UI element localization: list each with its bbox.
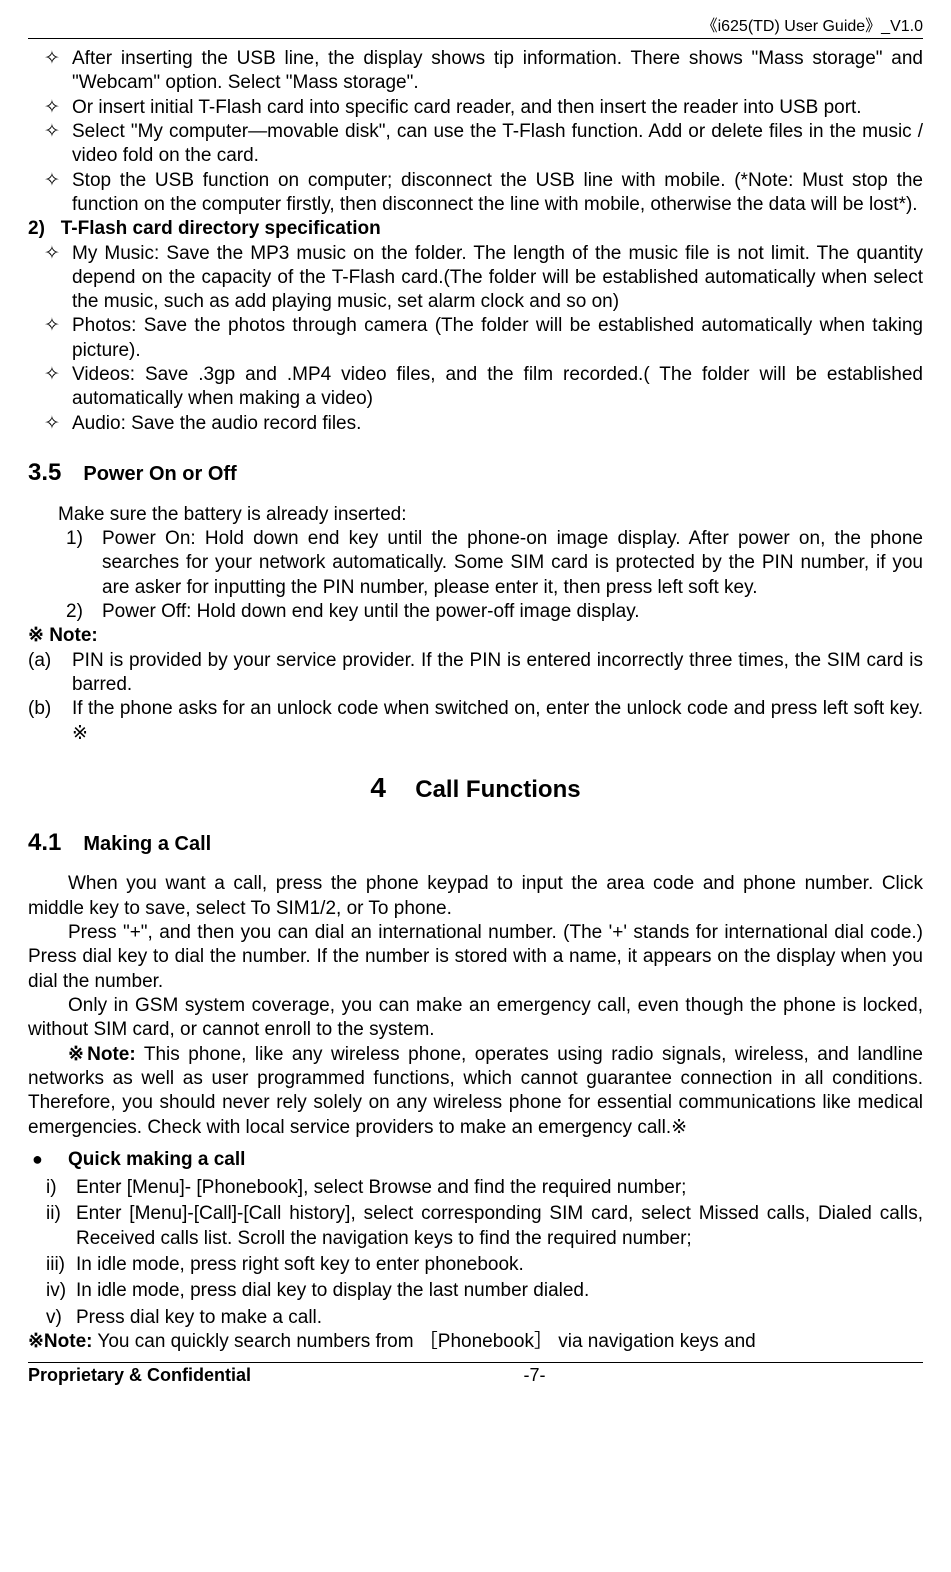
list-text: Photos: Save the photos through camera (… bbox=[72, 314, 923, 363]
bullet-label: Quick making a call bbox=[68, 1148, 245, 1172]
list-text: My Music: Save the MP3 music on the fold… bbox=[72, 242, 923, 315]
list-text: Select "My computer—movable disk", can u… bbox=[72, 120, 923, 169]
list-item: ✧ Or insert initial T-Flash card into sp… bbox=[28, 96, 923, 120]
header-rule bbox=[28, 38, 923, 39]
list-marker: 2) bbox=[58, 600, 102, 624]
list-text: Enter [Menu]-[Call]-[Call history], sele… bbox=[76, 1202, 923, 1251]
doc-header-right: 《i625(TD) User Guide》_V1.0 bbox=[28, 0, 923, 38]
note-body: This phone, like any wireless phone, ope… bbox=[28, 1044, 923, 1138]
body-paragraph: When you want a call, press the phone ke… bbox=[28, 872, 923, 921]
section-title: Power On or Off bbox=[83, 462, 236, 488]
list-item: i) Enter [Menu]- [Phonebook], select Bro… bbox=[28, 1176, 923, 1200]
bottom-note: ※Note: You can quickly search numbers fr… bbox=[28, 1330, 923, 1354]
list-text: Stop the USB function on computer; disco… bbox=[72, 169, 923, 218]
list-text: In idle mode, press dial key to display … bbox=[76, 1279, 923, 1303]
page: 《i625(TD) User Guide》_V1.0 ✧ After inser… bbox=[0, 0, 951, 1396]
list-item: 1) Power On: Hold down end key until the… bbox=[58, 527, 923, 600]
list-item: ✧ Audio: Save the audio record files. bbox=[28, 412, 923, 436]
page-content: ✧ After inserting the USB line, the disp… bbox=[28, 47, 923, 1354]
page-footer: Proprietary & Confidential -7- bbox=[28, 1362, 923, 1386]
body-paragraph: Only in GSM system coverage, you can mak… bbox=[28, 994, 923, 1043]
list-text: Enter [Menu]- [Phonebook], select Browse… bbox=[76, 1176, 923, 1200]
diamond-icon: ✧ bbox=[28, 242, 72, 315]
list-text: PIN is provided by your service provider… bbox=[72, 649, 923, 698]
note-paragraph: ※Note: This phone, like any wireless pho… bbox=[28, 1043, 923, 1140]
section-4-1-heading: 4.1 Making a Call bbox=[28, 828, 923, 859]
section-number: 4.1 bbox=[28, 828, 61, 859]
note-prefix: ※Note: bbox=[68, 1044, 136, 1065]
chapter-title: Call Functions bbox=[415, 775, 580, 806]
note-body: You can quickly search numbers from ［Pho… bbox=[92, 1331, 755, 1352]
diamond-icon: ✧ bbox=[28, 47, 72, 96]
list-item: ✧ Videos: Save .3gp and .MP4 video files… bbox=[28, 363, 923, 412]
list-item: ✧ After inserting the USB line, the disp… bbox=[28, 47, 923, 96]
diamond-icon: ✧ bbox=[28, 412, 72, 436]
chapter-4-heading: 4 Call Functions bbox=[28, 770, 923, 806]
list-item: ✧ Photos: Save the photos through camera… bbox=[28, 314, 923, 363]
section-3-5-heading: 3.5 Power On or Off bbox=[28, 458, 923, 489]
diamond-icon: ✧ bbox=[28, 169, 72, 218]
list-text: Power Off: Hold down end key until the p… bbox=[102, 600, 923, 624]
diamond-icon: ✧ bbox=[28, 120, 72, 169]
list-item: (a) PIN is provided by your service prov… bbox=[28, 649, 923, 698]
list-item: ✧ My Music: Save the MP3 music on the fo… bbox=[28, 242, 923, 315]
footer-left: Proprietary & Confidential bbox=[28, 1365, 251, 1386]
list-item: ✧ Stop the USB function on computer; dis… bbox=[28, 169, 923, 218]
list-text: Audio: Save the audio record files. bbox=[72, 412, 923, 436]
list-marker: (a) bbox=[28, 649, 72, 698]
list-text: In idle mode, press right soft key to en… bbox=[76, 1253, 923, 1277]
list-text: Or insert initial T-Flash card into spec… bbox=[72, 96, 923, 120]
diamond-icon: ✧ bbox=[28, 96, 72, 120]
list-item: iv) In idle mode, press dial key to disp… bbox=[28, 1279, 923, 1303]
list-marker: iv) bbox=[28, 1279, 76, 1303]
list-item: (b) If the phone asks for an unlock code… bbox=[28, 697, 923, 746]
section-intro: Make sure the battery is already inserte… bbox=[28, 503, 923, 527]
subheading-title: T-Flash card directory specification bbox=[61, 218, 381, 239]
note-prefix: ※Note: bbox=[28, 1331, 92, 1352]
list-text: Power On: Hold down end key until the ph… bbox=[102, 527, 923, 600]
diamond-icon: ✧ bbox=[28, 363, 72, 412]
subheading-2: 2) T-Flash card directory specification bbox=[28, 217, 923, 241]
section-title: Making a Call bbox=[83, 832, 211, 858]
subheading-num: 2) bbox=[28, 218, 45, 239]
list-text: Press dial key to make a call. bbox=[76, 1306, 923, 1330]
list-item: ii) Enter [Menu]-[Call]-[Call history], … bbox=[28, 1202, 923, 1251]
list-item: ✧ Select "My computer—movable disk", can… bbox=[28, 120, 923, 169]
list-marker: iii) bbox=[28, 1253, 76, 1277]
list-marker: i) bbox=[28, 1176, 76, 1200]
list-text: If the phone asks for an unlock code whe… bbox=[72, 697, 923, 746]
list-item: iii) In idle mode, press right soft key … bbox=[28, 1253, 923, 1277]
footer-page-number: -7- bbox=[524, 1365, 546, 1386]
list-marker: v) bbox=[28, 1306, 76, 1330]
chapter-number: 4 bbox=[370, 770, 386, 806]
list-marker: ii) bbox=[28, 1202, 76, 1251]
list-marker: (b) bbox=[28, 697, 72, 746]
body-paragraph: Press "+", and then you can dial an inte… bbox=[28, 921, 923, 994]
numbered-list: 1) Power On: Hold down end key until the… bbox=[28, 527, 923, 624]
bullet-icon: ● bbox=[28, 1148, 68, 1172]
section-number: 3.5 bbox=[28, 458, 61, 489]
note-label: ※ Note: bbox=[28, 624, 923, 648]
bullet-heading: ● Quick making a call bbox=[28, 1148, 923, 1172]
footer-right-spacer bbox=[918, 1365, 923, 1386]
list-item: 2) Power Off: Hold down end key until th… bbox=[58, 600, 923, 624]
list-marker: 1) bbox=[58, 527, 102, 600]
list-item: v) Press dial key to make a call. bbox=[28, 1306, 923, 1330]
diamond-icon: ✧ bbox=[28, 314, 72, 363]
list-text: After inserting the USB line, the displa… bbox=[72, 47, 923, 96]
list-text: Videos: Save .3gp and .MP4 video files, … bbox=[72, 363, 923, 412]
